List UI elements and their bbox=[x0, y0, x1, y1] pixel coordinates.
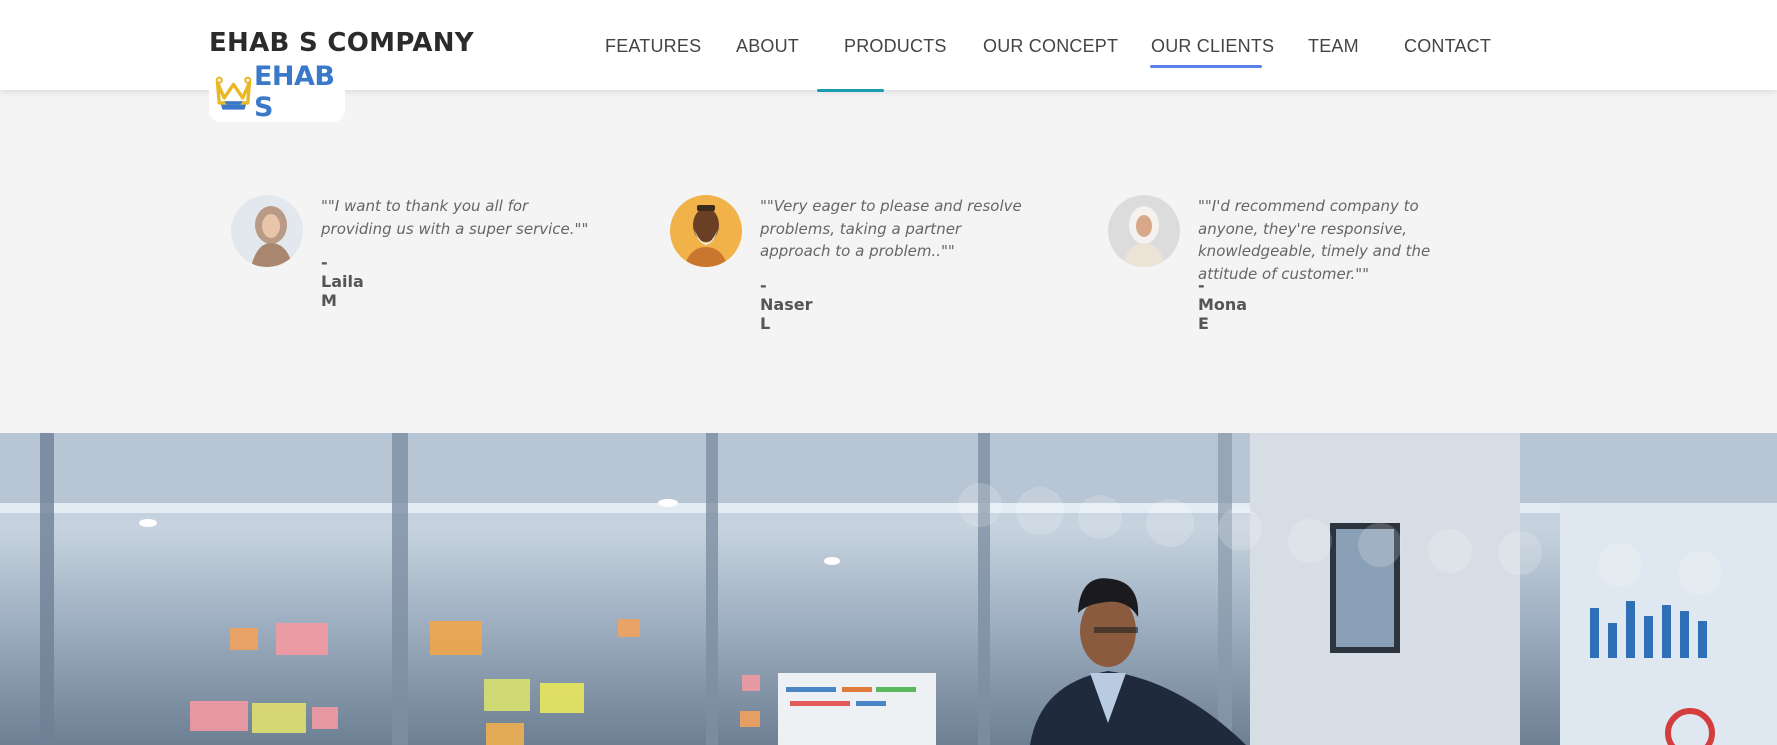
avatar bbox=[231, 195, 303, 267]
nav-item-our-clients[interactable]: OUR CLIENTS bbox=[1151, 36, 1274, 57]
nav-item-products[interactable]: PRODUCTS bbox=[844, 36, 947, 57]
testimonial-author: - Laila M bbox=[321, 253, 364, 310]
testimonial-quote: ""I want to thank you all for providing … bbox=[321, 197, 589, 238]
nav-item-our-concept[interactable]: OUR CONCEPT bbox=[983, 36, 1118, 57]
hero-office-image bbox=[0, 433, 1777, 745]
active-nav-underline bbox=[1150, 65, 1262, 68]
logo[interactable]: EHAB S bbox=[209, 61, 345, 123]
crown-icon bbox=[215, 76, 252, 110]
avatar bbox=[1108, 195, 1180, 267]
nav-item-features[interactable]: FEATURES bbox=[605, 36, 701, 57]
nav-item-contact[interactable]: CONTACT bbox=[1404, 36, 1491, 57]
testimonial-quote: ""Very eager to please and resolve probl… bbox=[760, 197, 1022, 260]
testimonial-author: - Naser L bbox=[760, 276, 813, 333]
nav-item-about[interactable]: ABOUT bbox=[736, 36, 799, 57]
scroll-indicator-bar bbox=[817, 89, 884, 92]
avatar bbox=[670, 195, 742, 267]
testimonial-quote: ""I'd recommend company to anyone, they'… bbox=[1198, 197, 1431, 283]
logo-text: EHAB S bbox=[253, 61, 335, 123]
nav-item-team[interactable]: TEAM bbox=[1308, 36, 1359, 57]
testimonial-author: - Mona E bbox=[1198, 276, 1248, 333]
